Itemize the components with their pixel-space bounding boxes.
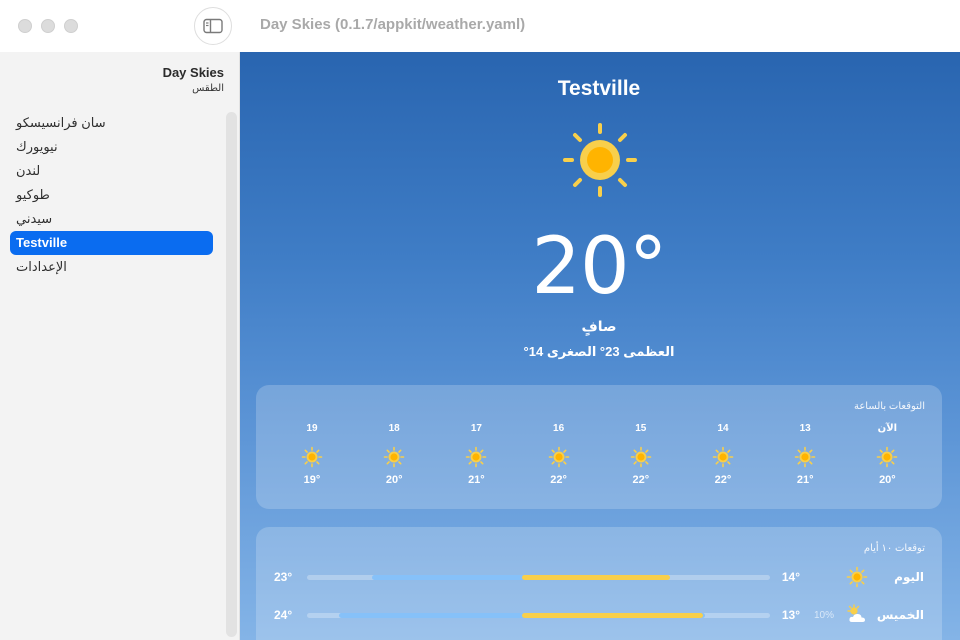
- sidebar-item[interactable]: طوكيو: [10, 183, 213, 207]
- hour-temperature: 20°: [385, 474, 403, 486]
- sun-icon: [630, 446, 652, 468]
- hourly-forecast-list: الآن 20° 13 21° 14 22° 15 22° 16 22° 17 21° 18 20° 19 1…: [270, 423, 928, 503]
- close-window-button[interactable]: [18, 19, 32, 33]
- sidebar-item[interactable]: Testville: [10, 231, 213, 255]
- hourly-item: 13 21°: [775, 423, 835, 486]
- sidebar-title: Day Skies: [162, 65, 224, 80]
- day-low-temperature: 13°: [781, 608, 800, 622]
- hour-temperature: 22°: [632, 474, 650, 486]
- hourly-item: 19 19°: [282, 423, 342, 486]
- day-high-temperature: 23°: [274, 570, 293, 584]
- sidebar-item[interactable]: سان فرانسيسكو: [10, 111, 213, 135]
- current-temperature: 20°: [531, 222, 667, 312]
- sun-icon: [876, 446, 898, 468]
- daily-row: اليوم 14° 23°: [256, 566, 942, 590]
- hourly-forecast-title: التوقعات بالساعة: [853, 401, 925, 412]
- day-low-temperature: 14°: [781, 570, 800, 584]
- sidebar-toggle-button[interactable]: [194, 7, 232, 45]
- hour-temperature: 22°: [550, 474, 567, 486]
- hour-temperature: 19°: [303, 474, 321, 486]
- hour-label: 16: [553, 423, 565, 434]
- condition-label: صافٍ: [581, 318, 617, 334]
- sun-icon: [794, 446, 816, 468]
- hourly-item: 16 22°: [529, 423, 589, 486]
- hour-temperature: 21°: [468, 474, 485, 486]
- temperature-range-highlight: [522, 575, 671, 580]
- sidebar-item[interactable]: الإعدادات: [10, 255, 213, 279]
- hour-temperature: 21°: [796, 474, 814, 486]
- sidebar-item[interactable]: نيويورك: [10, 135, 213, 159]
- hour-temperature: 20°: [879, 474, 896, 486]
- temperature-range-bar: [307, 613, 770, 618]
- partly-cloudy-icon: [846, 604, 868, 626]
- window-title: Day Skies (0.1.7/appkit/weather.yaml): [260, 16, 526, 33]
- sidebar-scrollbar[interactable]: [226, 112, 237, 637]
- sun-icon: [712, 446, 734, 468]
- minimize-window-button[interactable]: [41, 19, 55, 33]
- daily-forecast-title: توقعات ١٠ أيام: [863, 543, 925, 554]
- hourly-item: 15 22°: [611, 423, 671, 486]
- sidebar-header: Day Skies الطقس: [163, 65, 224, 94]
- hourly-forecast-card: التوقعات بالساعة الآن 20° 13 21° 14 22° 15 22° 1…: [256, 385, 942, 509]
- day-name: الخميس: [876, 608, 924, 622]
- app-window: Day Skies (0.1.7/appkit/weather.yaml) Da…: [0, 0, 960, 640]
- sidebar-subtitle: الطقس: [192, 83, 224, 94]
- sun-icon: [301, 446, 323, 468]
- sidebar-icon: [203, 18, 223, 34]
- sun-icon: [846, 566, 868, 588]
- temperature-range-bar: [307, 575, 770, 580]
- daily-forecast-card: توقعات ١٠ أيام اليوم 14° 23° الخميس 10% 13° 24…: [256, 527, 942, 640]
- sidebar-item[interactable]: سيدني: [10, 207, 213, 231]
- hourly-item: الآن 20°: [857, 423, 917, 486]
- sun-icon: [383, 446, 405, 468]
- title-bar: Day Skies (0.1.7/appkit/weather.yaml): [0, 0, 960, 52]
- hour-label: 18: [388, 423, 400, 434]
- weather-detail: Testville 20° صافٍ العظمى 23° الصغرى 14°…: [240, 52, 960, 640]
- daily-row: الخميس 10% 13° 24°: [256, 604, 942, 628]
- hourly-item: 18 20°: [364, 423, 424, 486]
- hourly-item: 17 21°: [446, 423, 506, 486]
- hourly-item: 14 22°: [693, 423, 753, 486]
- sidebar: Day Skies الطقس سان فرانسيسكو نيويورك لندن…: [0, 52, 240, 640]
- hour-label: الآن: [877, 423, 898, 434]
- day-high-temperature: 24°: [274, 608, 293, 622]
- hour-label: 13: [799, 423, 811, 434]
- sun-icon: [563, 123, 637, 197]
- sun-icon: [548, 446, 570, 468]
- hour-temperature: 22°: [714, 474, 732, 486]
- high-low-label: العظمى 23° الصغرى 14°: [523, 344, 675, 359]
- hour-label: 15: [635, 423, 647, 434]
- hour-label: 17: [470, 423, 482, 434]
- city-name: Testville: [557, 77, 641, 100]
- hour-label: 19: [306, 423, 318, 434]
- day-name: اليوم: [894, 570, 924, 584]
- zoom-window-button[interactable]: [64, 19, 78, 33]
- sidebar-item[interactable]: لندن: [10, 159, 213, 183]
- precipitation-chance: 10%: [813, 610, 834, 621]
- temperature-range-highlight: [522, 613, 703, 618]
- location-list: سان فرانسيسكو نيويورك لندن طوكيو سيدني Testvi…: [10, 111, 213, 279]
- hour-label: 14: [717, 423, 729, 434]
- sun-icon: [465, 446, 487, 468]
